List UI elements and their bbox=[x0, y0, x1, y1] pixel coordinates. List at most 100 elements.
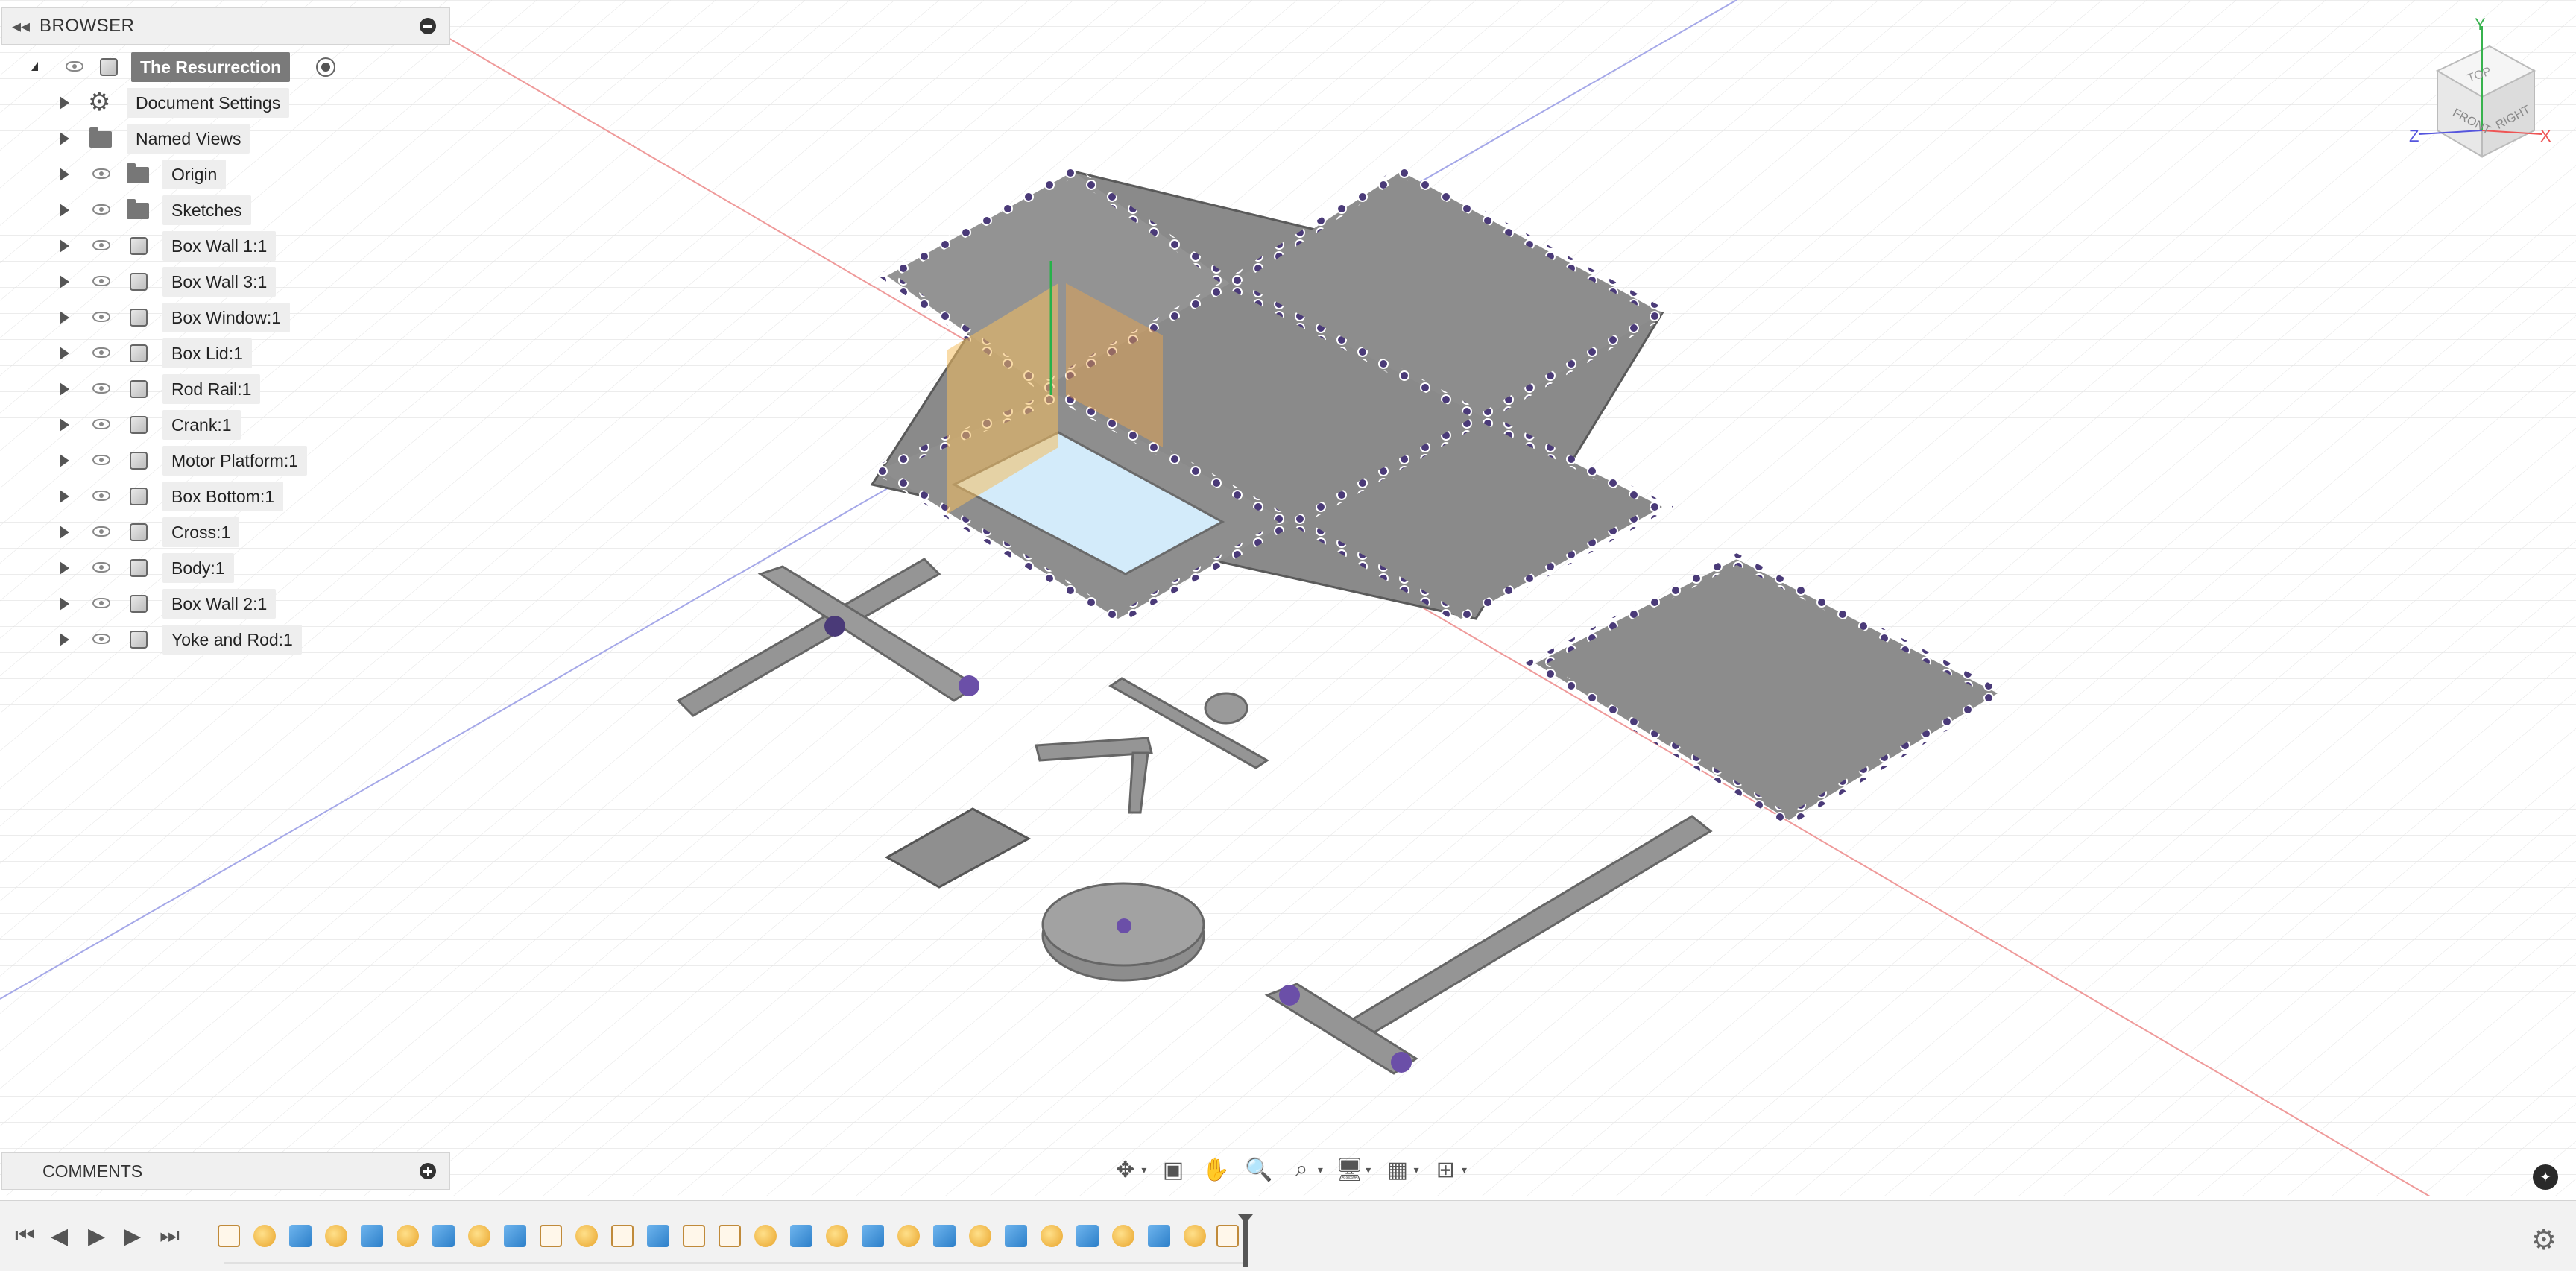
visibility-eye-icon[interactable] bbox=[92, 491, 110, 501]
chevron-down-icon[interactable]: ▾ bbox=[1462, 1164, 1467, 1176]
timeline-extrude-icon[interactable] bbox=[862, 1225, 884, 1247]
timeline-sketch-icon[interactable] bbox=[683, 1225, 705, 1247]
timeline-fillet-icon[interactable] bbox=[1112, 1225, 1134, 1247]
timeline-extrude-icon[interactable] bbox=[361, 1225, 383, 1247]
expand-triangle-icon[interactable] bbox=[60, 454, 69, 467]
timeline-sketch-icon[interactable] bbox=[540, 1225, 562, 1247]
display-settings-icon[interactable]: 🖥 bbox=[1333, 1157, 1366, 1183]
timeline-sketch-icon[interactable] bbox=[1216, 1225, 1239, 1247]
visibility-eye-icon[interactable] bbox=[92, 634, 110, 644]
timeline-extrude-icon[interactable] bbox=[790, 1225, 812, 1247]
expanded-triangle-icon[interactable] bbox=[31, 62, 38, 71]
timeline-fillet-icon[interactable] bbox=[1041, 1225, 1063, 1247]
go-to-start-icon[interactable]: ⏮ bbox=[15, 1223, 35, 1249]
zoom-icon[interactable]: 🔍 bbox=[1243, 1157, 1275, 1183]
go-to-end-icon[interactable]: ⏭ bbox=[160, 1223, 180, 1249]
visibility-eye-icon[interactable] bbox=[92, 204, 110, 215]
3d-viewport[interactable]: TOP FRONT RIGHT Y X Z bbox=[0, 0, 2576, 1196]
timeline-fillet-icon[interactable] bbox=[468, 1225, 490, 1247]
expand-triangle-icon[interactable] bbox=[60, 561, 69, 575]
timeline-fillet-icon[interactable] bbox=[575, 1225, 598, 1247]
timeline-extrude-icon[interactable] bbox=[647, 1225, 669, 1247]
collapse-double-arrow-icon[interactable]: ◂◂ bbox=[2, 16, 40, 37]
timeline-sketch-icon[interactable] bbox=[719, 1225, 741, 1247]
tree-item-label[interactable]: Yoke and Rod:1 bbox=[162, 625, 302, 655]
timeline-position-marker[interactable] bbox=[1238, 1214, 1253, 1267]
timeline-extrude-icon[interactable] bbox=[1148, 1225, 1170, 1247]
tree-item-label[interactable]: Box Lid:1 bbox=[162, 338, 252, 368]
timeline-fillet-icon[interactable] bbox=[826, 1225, 848, 1247]
visibility-eye-icon[interactable] bbox=[92, 455, 110, 465]
visibility-eye-icon[interactable] bbox=[92, 240, 110, 250]
play-icon[interactable]: ▶ bbox=[88, 1223, 105, 1249]
visibility-eye-icon[interactable] bbox=[92, 347, 110, 358]
tree-item-label[interactable]: Motor Platform:1 bbox=[162, 446, 307, 476]
timeline-fillet-icon[interactable] bbox=[253, 1225, 276, 1247]
visibility-eye-icon[interactable] bbox=[92, 419, 110, 429]
visibility-eye-icon[interactable] bbox=[92, 168, 110, 179]
tree-item-label[interactable]: Document Settings bbox=[127, 88, 290, 118]
expand-triangle-icon[interactable] bbox=[60, 168, 69, 181]
model-canvas[interactable]: TOP FRONT RIGHT Y X Z bbox=[0, 0, 2576, 1196]
step-back-icon[interactable]: ◀ bbox=[51, 1223, 68, 1249]
step-forward-icon[interactable]: ▶ bbox=[124, 1223, 141, 1249]
root-component-label[interactable]: The Resurrection bbox=[131, 52, 291, 82]
visibility-eye-icon[interactable] bbox=[92, 562, 110, 573]
visibility-eye-icon[interactable] bbox=[92, 276, 110, 286]
timeline-sketch-icon[interactable] bbox=[611, 1225, 634, 1247]
visibility-eye-icon[interactable] bbox=[92, 312, 110, 322]
timeline-sketch-icon[interactable] bbox=[218, 1225, 240, 1247]
tree-item-label[interactable]: Box Bottom:1 bbox=[162, 482, 284, 511]
tree-item-label[interactable]: Sketches bbox=[162, 195, 251, 225]
expand-triangle-icon[interactable] bbox=[60, 597, 69, 611]
timeline-fillet-icon[interactable] bbox=[897, 1225, 920, 1247]
timeline-extrude-icon[interactable] bbox=[1076, 1225, 1099, 1247]
timeline-extrude-icon[interactable] bbox=[432, 1225, 455, 1247]
expand-triangle-icon[interactable] bbox=[60, 239, 69, 253]
tree-item-label[interactable]: Box Window:1 bbox=[162, 303, 291, 332]
visibility-eye-icon[interactable] bbox=[66, 61, 83, 72]
visibility-eye-icon[interactable] bbox=[92, 383, 110, 394]
chevron-down-icon[interactable]: ▾ bbox=[1414, 1164, 1419, 1176]
timeline-extrude-icon[interactable] bbox=[289, 1225, 312, 1247]
tree-item-label[interactable]: Rod Rail:1 bbox=[162, 374, 261, 404]
tree-item-label[interactable]: Named Views bbox=[127, 124, 250, 154]
timeline-extrude-icon[interactable] bbox=[933, 1225, 956, 1247]
visibility-eye-icon[interactable] bbox=[92, 598, 110, 608]
viewports-icon[interactable]: ⊞ bbox=[1430, 1157, 1462, 1183]
timeline-fillet-icon[interactable] bbox=[754, 1225, 777, 1247]
chevron-down-icon[interactable]: ▾ bbox=[1366, 1164, 1371, 1176]
look-at-icon[interactable]: ▣ bbox=[1157, 1157, 1189, 1183]
app-status-icon[interactable]: ✦ bbox=[2533, 1164, 2558, 1190]
expand-triangle-icon[interactable] bbox=[60, 382, 69, 396]
chevron-down-icon[interactable]: ▾ bbox=[1318, 1164, 1323, 1176]
timeline-settings-gear-icon[interactable]: ⚙ bbox=[2531, 1223, 2557, 1257]
tree-item-label[interactable]: Origin bbox=[162, 160, 227, 189]
expand-triangle-icon[interactable] bbox=[60, 490, 69, 503]
expand-triangle-icon[interactable] bbox=[60, 132, 69, 145]
timeline-fillet-icon[interactable] bbox=[969, 1225, 991, 1247]
expand-triangle-icon[interactable] bbox=[60, 204, 69, 217]
add-comment-icon[interactable] bbox=[420, 1163, 436, 1179]
expand-triangle-icon[interactable] bbox=[60, 347, 69, 360]
expand-triangle-icon[interactable] bbox=[60, 96, 69, 110]
minimize-icon[interactable] bbox=[420, 18, 436, 34]
expand-triangle-icon[interactable] bbox=[60, 311, 69, 324]
tree-item-label[interactable]: Cross:1 bbox=[162, 517, 240, 547]
fit-zoom-icon[interactable]: ⌕ bbox=[1285, 1157, 1317, 1182]
timeline-extrude-icon[interactable] bbox=[1005, 1225, 1027, 1247]
tree-item-label[interactable]: Crank:1 bbox=[162, 410, 241, 440]
timeline-extrude-icon[interactable] bbox=[504, 1225, 526, 1247]
tree-item-label[interactable]: Box Wall 2:1 bbox=[162, 589, 277, 619]
activate-radio-icon[interactable] bbox=[316, 57, 335, 77]
comments-panel[interactable]: COMMENTS bbox=[1, 1152, 450, 1190]
timeline-fillet-icon[interactable] bbox=[397, 1225, 419, 1247]
browser-panel-header[interactable]: ◂◂ BROWSER bbox=[1, 7, 450, 45]
body-disk-part[interactable] bbox=[1041, 882, 1205, 982]
tree-item-label[interactable]: Box Wall 3:1 bbox=[162, 267, 277, 297]
grid-settings-icon[interactable]: ▦ bbox=[1381, 1157, 1413, 1183]
timeline-fillet-icon[interactable] bbox=[325, 1225, 347, 1247]
expand-triangle-icon[interactable] bbox=[60, 418, 69, 432]
tree-item-label[interactable]: Body:1 bbox=[162, 553, 234, 583]
expand-triangle-icon[interactable] bbox=[60, 633, 69, 646]
